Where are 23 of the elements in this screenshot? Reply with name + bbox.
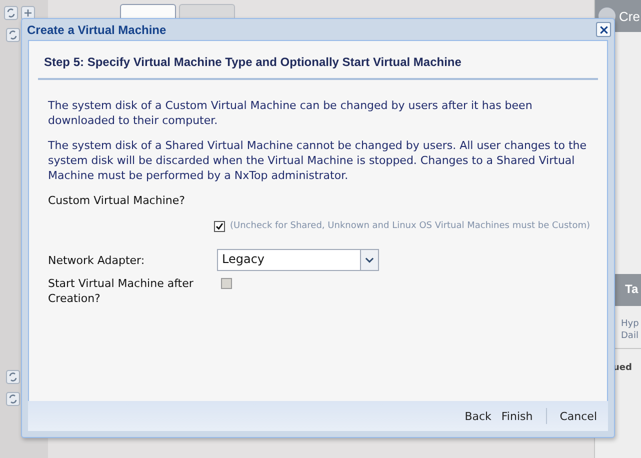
description-text: The system disk of a Shared Virtual Machine cannot be changed by users. All user changes to the system disk will be discarded when the Virtual Machine is stopped. Changes to a Shared Virtual Machine must be performed by a NxTop administrator. (48, 138, 587, 183)
checkbox[interactable] (214, 220, 225, 232)
close-icon (598, 24, 608, 34)
close-button[interactable] (596, 22, 611, 37)
add-icon[interactable] (21, 6, 35, 20)
hint-text: (Uncheck for Shared, Unknown and Linux OS Virtual Machines must be Custom) (230, 221, 590, 231)
dropdown-field[interactable]: Legacy (217, 249, 379, 271)
refresh-icon[interactable] (6, 28, 20, 42)
refresh-icon[interactable] (6, 392, 20, 406)
field-label: Start Virtual Machine after Creation? (48, 276, 194, 306)
step-title: Step 5: Specify Virtual Machine Type and Optionally Start Virtual Machine (38, 41, 598, 80)
chevron-down-icon (365, 257, 374, 263)
description-text: The system disk of a Custom Virtual Machine can be changed by users after it has been downloaded to their computer. (48, 98, 534, 128)
footer-button[interactable]: Back (462, 408, 494, 424)
footer-button[interactable]: Cancel (556, 408, 600, 424)
refresh-icon[interactable] (6, 370, 20, 384)
window-title: Create a Virtual Machine (27, 22, 166, 36)
footer-button[interactable]: Finish (498, 408, 536, 424)
field-label: Network Adapter: (48, 252, 146, 268)
task-text: Hyp (621, 318, 640, 330)
refresh-icon[interactable] (4, 6, 18, 20)
field-label: Custom Virtual Machine? (48, 193, 186, 208)
task-text: Dail (621, 330, 640, 342)
